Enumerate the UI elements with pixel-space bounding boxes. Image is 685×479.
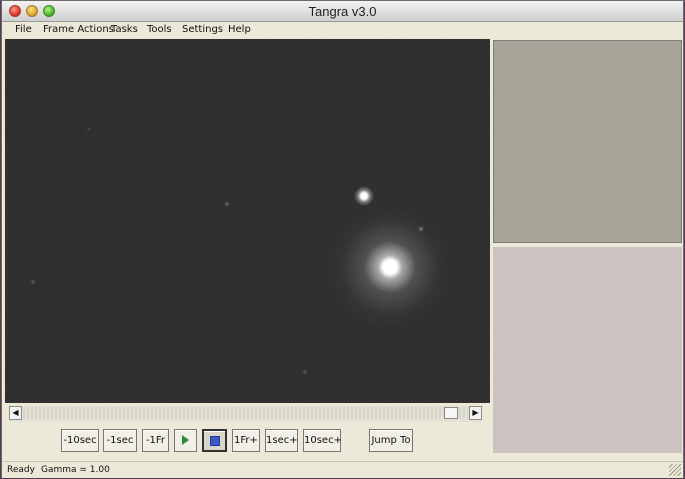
play-button[interactable] <box>174 429 197 452</box>
arrow-left-icon: ◀ <box>12 408 19 417</box>
scroll-left-button[interactable]: ◀ <box>9 406 22 420</box>
video-frame-view[interactable] <box>5 39 490 403</box>
menu-help[interactable]: Help <box>228 24 251 35</box>
back-10sec-button[interactable]: -10sec <box>61 429 99 452</box>
scroll-track[interactable] <box>23 407 468 419</box>
menu-file[interactable]: File <box>15 24 32 35</box>
control-panel <box>493 247 682 453</box>
resize-grip-icon[interactable] <box>669 464 681 476</box>
stop-icon <box>209 436 220 446</box>
forward-1sec-button[interactable]: 1sec+ <box>265 429 298 452</box>
back-1sec-button[interactable]: -1sec <box>103 429 137 452</box>
status-gamma: Gamma = 1.00 <box>41 465 110 475</box>
menu-settings[interactable]: Settings <box>182 24 223 35</box>
title-bar: Tangra v3.0 <box>2 1 683 22</box>
jump-to-button[interactable]: Jump To <box>369 429 413 452</box>
scroll-right-button[interactable]: ▶ <box>469 406 482 420</box>
arrow-right-icon: ▶ <box>472 408 479 417</box>
window-title: Tangra v3.0 <box>308 4 377 19</box>
menu-tasks[interactable]: Tasks <box>111 24 138 35</box>
forward-1fr-button[interactable]: 1Fr+ <box>232 429 260 452</box>
forward-10sec-button[interactable]: 10sec+ <box>303 429 342 452</box>
zoom-panel <box>493 40 682 243</box>
back-1fr-button[interactable]: -1Fr <box>142 429 169 452</box>
status-bar: Ready Gamma = 1.00 <box>2 461 683 478</box>
frame-scrollbar[interactable]: ◀ ▶ <box>9 406 482 422</box>
status-state: Ready <box>7 465 35 475</box>
menu-frame-actions[interactable]: Frame Actions <box>43 24 114 35</box>
menu-bar: File Frame Actions Tasks Tools Settings … <box>2 22 683 38</box>
menu-tools[interactable]: Tools <box>147 24 172 35</box>
play-icon <box>182 435 189 445</box>
main-window: Tangra v3.0 File Frame Actions Tasks Too… <box>1 0 684 478</box>
scroll-thumb[interactable] <box>444 407 458 419</box>
stop-button[interactable] <box>202 429 227 452</box>
